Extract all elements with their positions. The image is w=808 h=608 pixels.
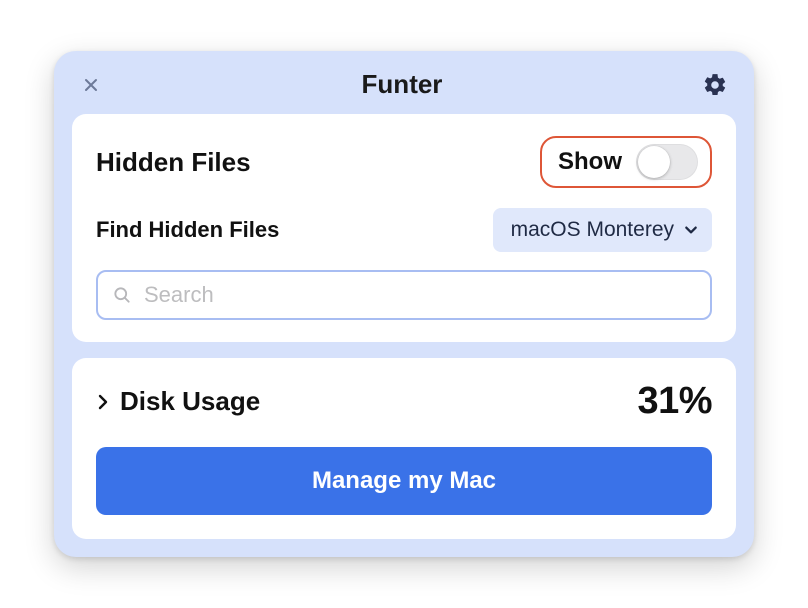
switch-knob — [638, 146, 670, 178]
close-button[interactable] — [78, 72, 104, 98]
disk-usage-percent: 31% — [637, 380, 712, 423]
hidden-files-label: Hidden Files — [96, 147, 251, 178]
hidden-files-panel: Hidden Files Show Find Hidden Files macO… — [72, 114, 736, 342]
chevron-right-icon — [96, 394, 110, 410]
manage-mac-button[interactable]: Manage my Mac — [96, 447, 712, 515]
disk-usage-panel: Disk Usage 31% Manage my Mac — [72, 358, 736, 539]
find-hidden-row: Find Hidden Files macOS Monterey — [96, 208, 712, 252]
search-icon — [112, 285, 132, 305]
disk-usage-row[interactable]: Disk Usage 31% — [96, 378, 712, 429]
location-selected: macOS Monterey — [511, 218, 674, 242]
close-icon — [83, 77, 99, 93]
app-title: Funter — [104, 69, 700, 100]
find-hidden-label: Find Hidden Files — [96, 217, 279, 243]
hidden-files-row: Hidden Files Show — [96, 136, 712, 188]
app-window: Funter Hidden Files Show Find Hidden Fil… — [54, 51, 754, 557]
location-dropdown[interactable]: macOS Monterey — [493, 208, 712, 252]
disk-usage-label: Disk Usage — [120, 386, 260, 417]
search-field-wrap[interactable] — [96, 270, 712, 320]
show-hidden-toggle[interactable] — [636, 144, 698, 180]
disk-usage-left: Disk Usage — [96, 386, 260, 417]
toggle-label: Show — [558, 148, 622, 176]
search-input[interactable] — [144, 282, 696, 308]
settings-button[interactable] — [700, 70, 730, 100]
chevron-down-icon — [684, 223, 698, 237]
show-toggle-group: Show — [540, 136, 712, 188]
gear-icon — [702, 72, 728, 98]
titlebar: Funter — [54, 51, 754, 114]
